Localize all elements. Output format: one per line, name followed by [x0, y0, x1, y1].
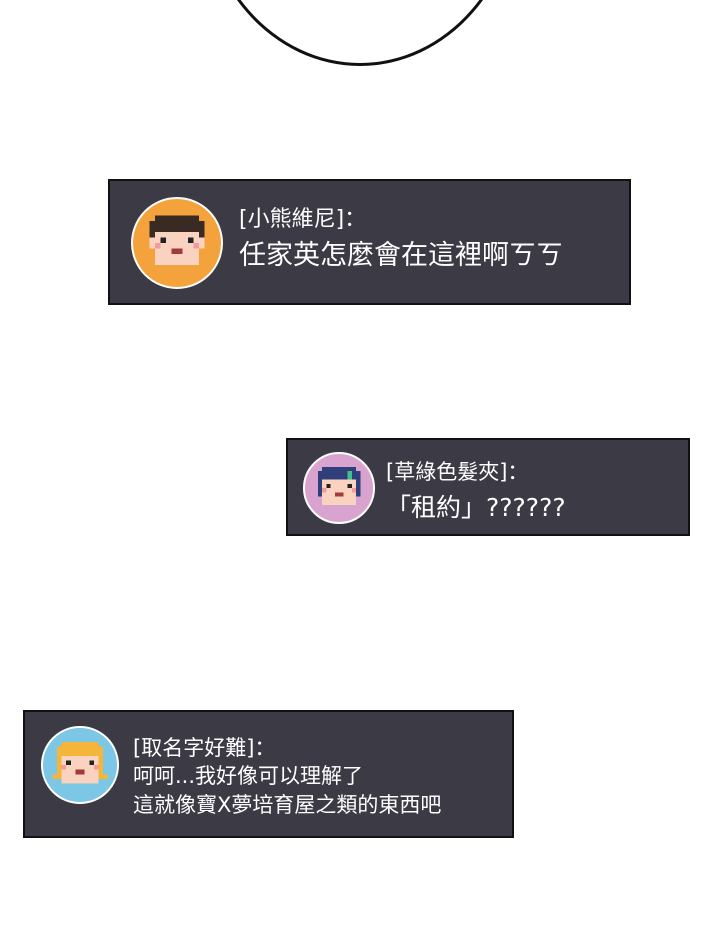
message-line: 呵呵...我好像可以理解了	[133, 764, 364, 788]
user-name: [取名字好難]：	[133, 736, 276, 760]
message-text: 任家英怎麼會在這裡啊ㄎㄎ	[239, 240, 563, 271]
speech-bubble-edge	[200, 0, 520, 66]
chat-message: [取名字好難]： 呵呵...我好像可以理解了 這就像寶X夢培育屋之類的東西吧	[23, 710, 514, 838]
blonde-pixel-avatar-icon	[41, 726, 119, 804]
message-text: 「租約」??????	[386, 493, 566, 522]
message-line: 這就像寶X夢培育屋之類的東西吧	[133, 793, 442, 817]
girl-pixel-avatar-icon	[303, 452, 375, 524]
chat-message: [草綠色髮夾]： 「租約」??????	[286, 438, 690, 536]
boy-pixel-avatar-icon	[131, 197, 223, 289]
user-name: [小熊維尼]：	[239, 207, 367, 232]
user-name: [草綠色髮夾]：	[386, 460, 529, 484]
message-text: 呵呵...我好像可以理解了 這就像寶X夢培育屋之類的東西吧	[133, 762, 441, 820]
chat-message: [小熊維尼]： 任家英怎麼會在這裡啊ㄎㄎ	[108, 179, 631, 305]
